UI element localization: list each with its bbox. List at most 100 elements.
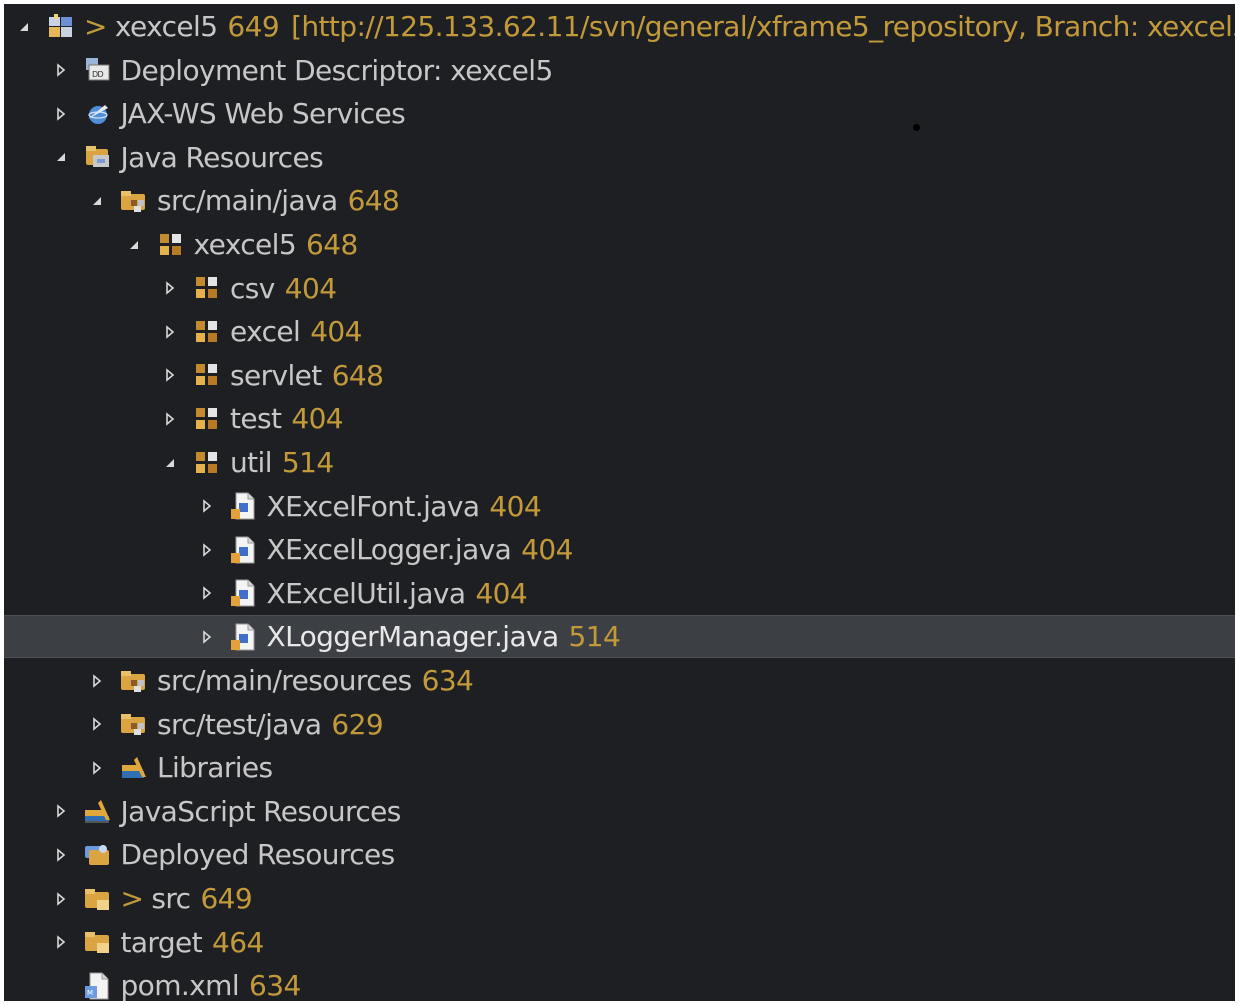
stray-dot [913, 124, 920, 131]
tree-item-javascript-resources[interactable]: JavaScript Resources [4, 790, 1235, 833]
svn-outgoing-marker: > [120, 882, 144, 915]
tree-item-package-test[interactable]: test 404 [4, 397, 1235, 440]
tree-item-project[interactable]: > xexcel5 649 [http://125.133.62.11/svn/gen… [4, 5, 1235, 48]
svn-outgoing-marker: > [84, 10, 107, 43]
web-services-icon [83, 99, 113, 129]
expand-arrow-icon[interactable] [199, 498, 215, 514]
tree-item-label: Libraries [157, 751, 273, 785]
tree-item-src[interactable]: > src 649 [4, 877, 1235, 920]
expand-arrow-icon[interactable] [89, 673, 105, 689]
svn-revision: 634 [249, 969, 301, 1001]
svn-revision: 648 [331, 358, 384, 392]
package-icon [192, 360, 222, 390]
tree-item-package-servlet[interactable]: servlet 648 [4, 354, 1235, 397]
source-folder-icon [119, 709, 149, 739]
tree-item-label: csv [230, 271, 275, 305]
tree-item-label: Deployment Descriptor: xexcel5 [120, 53, 554, 87]
svn-revision: 629 [331, 707, 384, 741]
project-explorer-tree: > xexcel5 649 [http://125.133.62.11/svn/gen… [4, 4, 1235, 1001]
tree-item-java-resources[interactable]: Java Resources [4, 136, 1235, 179]
expand-arrow-icon[interactable] [53, 106, 69, 122]
svn-revision: 514 [568, 620, 621, 654]
tree-item-label: src [151, 882, 191, 915]
svg-text:M: M [87, 989, 93, 997]
tree-item-xexcellogger[interactable]: XExcelLogger.java 404 [4, 528, 1235, 571]
expand-arrow-icon[interactable] [53, 803, 69, 819]
tree-item-label: Deployed Resources [120, 838, 396, 872]
svn-revision: 514 [281, 446, 334, 479]
tree-item-label: src/test/java [157, 707, 322, 741]
svn-revision: 648 [347, 184, 400, 218]
collapse-arrow-icon[interactable] [89, 193, 105, 209]
expand-arrow-icon[interactable] [89, 760, 105, 776]
tree-item-deployment-descriptor[interactable]: DD Deployment Descriptor: xexcel5 [4, 49, 1235, 92]
tree-item-src-test-java[interactable]: src/test/java 629 [4, 703, 1235, 746]
package-icon [192, 448, 222, 478]
tree-item-label: JAX-WS Web Services [120, 97, 406, 131]
deployment-descriptor-icon: DD [83, 55, 113, 85]
tree-item-label: XExcelLogger.java [266, 533, 512, 567]
tree-item-package-xexcel5[interactable]: xexcel5 648 [4, 223, 1235, 266]
tree-item-label: excel [230, 315, 301, 349]
expand-arrow-icon[interactable] [199, 585, 215, 601]
expand-arrow-icon[interactable] [199, 542, 215, 558]
expand-arrow-icon[interactable] [89, 716, 105, 732]
source-folder-icon [119, 666, 149, 696]
expand-arrow-icon[interactable] [162, 280, 178, 296]
libraries-icon [119, 753, 149, 783]
tree-item-package-excel[interactable]: excel 404 [4, 310, 1235, 353]
tree-item-package-csv[interactable]: csv 404 [4, 267, 1235, 310]
svn-revision: 404 [291, 402, 344, 436]
expand-arrow-icon[interactable] [162, 324, 178, 340]
svn-revision: 649 [200, 882, 253, 915]
tree-item-label: XExcelUtil.java [266, 576, 467, 610]
svn-revision: 404 [284, 271, 337, 305]
package-icon [156, 230, 186, 260]
tree-item-xloggermanager[interactable]: XLoggerManager.java 514 [4, 615, 1235, 659]
tree-item-label: JavaScript Resources [120, 794, 402, 828]
package-icon [192, 273, 222, 303]
tree-item-label: XExcelFont.java [266, 489, 480, 523]
tree-item-xexcelfont[interactable]: XExcelFont.java 404 [4, 485, 1235, 528]
no-arrow-spacer [53, 978, 69, 994]
svg-text:DD: DD [92, 70, 104, 79]
collapse-arrow-icon[interactable] [126, 237, 142, 253]
package-icon [192, 404, 222, 434]
tree-item-label: Java Resources [120, 140, 324, 174]
java-file-icon [229, 622, 259, 652]
folder-icon [83, 927, 113, 957]
svn-repository-info: [http://125.133.62.11/svn/general/xframe… [291, 10, 1235, 43]
xml-file-icon: M [83, 971, 113, 1001]
tree-item-xexcelutil[interactable]: XExcelUtil.java 404 [4, 572, 1235, 615]
tree-item-label: src/main/resources [157, 664, 412, 697]
expand-arrow-icon[interactable] [162, 367, 178, 383]
collapse-arrow-icon[interactable] [53, 149, 69, 165]
svn-revision: 649 [227, 10, 280, 43]
tree-item-label: src/main/java [157, 184, 338, 218]
expand-arrow-icon[interactable] [53, 62, 69, 78]
java-resources-icon [83, 142, 113, 172]
tree-item-label: pom.xml [120, 969, 240, 1001]
collapse-arrow-icon[interactable] [162, 455, 178, 471]
tree-item-package-util[interactable]: util 514 [4, 441, 1235, 484]
collapse-arrow-icon[interactable] [16, 19, 32, 35]
tree-item-label: util [230, 446, 272, 479]
tree-item-label: target [120, 925, 203, 959]
tree-item-label: xexcel5 [193, 228, 297, 261]
expand-arrow-icon[interactable] [199, 629, 215, 645]
expand-arrow-icon[interactable] [162, 411, 178, 427]
svn-revision: 634 [421, 664, 474, 697]
tree-item-src-main-java[interactable]: src/main/java 648 [4, 179, 1235, 222]
expand-arrow-icon[interactable] [53, 934, 69, 950]
folder-icon [83, 884, 113, 914]
tree-item-deployed-resources[interactable]: Deployed Resources [4, 833, 1235, 876]
svn-revision: 648 [306, 228, 358, 261]
java-file-icon [229, 578, 259, 608]
tree-item-pom[interactable]: Mpom.xml 634 [4, 964, 1235, 1001]
tree-item-target[interactable]: target 464 [4, 921, 1235, 964]
tree-item-src-main-resources[interactable]: src/main/resources 634 [4, 659, 1235, 702]
tree-item-libraries[interactable]: Libraries [4, 746, 1235, 789]
expand-arrow-icon[interactable] [53, 847, 69, 863]
expand-arrow-icon[interactable] [53, 891, 69, 907]
tree-item-jax-ws[interactable]: JAX-WS Web Services [4, 92, 1235, 135]
